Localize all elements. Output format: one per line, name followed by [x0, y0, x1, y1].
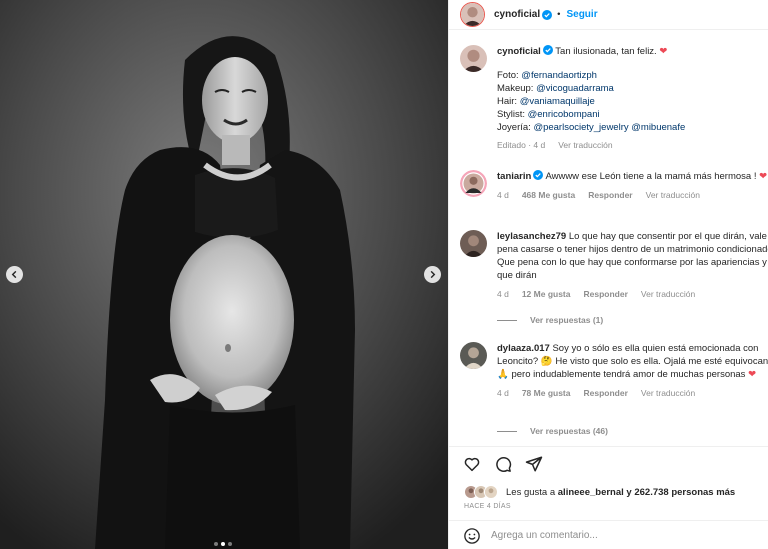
comment-time: 4 d	[497, 289, 509, 299]
carousel-dot-active	[221, 542, 225, 546]
likes-count[interactable]: y 262.738 personas más	[626, 487, 735, 498]
emoji-icon[interactable]	[463, 527, 481, 545]
author-avatar[interactable]	[460, 45, 487, 72]
caption-credit-hair: Hair: @vaniamaquillaje	[497, 96, 595, 107]
comment-body: taniarin Awwww ese León tiene a la mamá …	[497, 170, 768, 202]
like-button[interactable]	[463, 455, 481, 473]
previous-photo-button[interactable]	[6, 266, 23, 283]
chevron-left-icon	[11, 270, 17, 279]
mention-link[interactable]: @pearlsociety_jewelry @mibuenafe	[533, 122, 685, 133]
comment-likes[interactable]: 468 Me gusta	[522, 189, 575, 202]
reply-button[interactable]: Responder	[583, 387, 627, 400]
mention-link[interactable]: @fernandaortizph	[521, 70, 597, 81]
comment-time: 4 d	[497, 388, 509, 398]
share-button[interactable]	[525, 455, 543, 473]
comment-icon	[496, 456, 512, 472]
translate-link[interactable]: Ver traducción	[646, 189, 700, 202]
post-timestamp[interactable]: HACE 4 DÍAS	[464, 503, 511, 510]
share-icon	[525, 456, 543, 472]
heart-emoji-icon: ❤	[659, 46, 668, 57]
comment-item: taniarin Awwww ese León tiene a la mamá …	[460, 170, 768, 202]
post-photo	[0, 0, 448, 549]
verified-badge-icon	[542, 45, 553, 55]
carousel-dot	[228, 542, 232, 546]
follow-button[interactable]: Seguir	[566, 9, 597, 20]
heart-icon	[464, 457, 480, 472]
replies-divider	[497, 430, 517, 432]
comment-time: 4 d	[497, 190, 509, 200]
view-replies-button[interactable]: Ver respuestas (1)	[497, 315, 603, 325]
replies-divider	[497, 319, 517, 321]
translate-link[interactable]: Ver traducción	[558, 139, 612, 152]
caption-credit-jewelry: Joyería: @pearlsociety_jewelry @mibuenaf…	[497, 122, 686, 133]
commenter-avatar[interactable]	[460, 230, 487, 257]
comment-item: leylasanchez79 Lo que hay que consentir …	[460, 230, 768, 301]
post-header: cynoficial • Seguir	[449, 0, 768, 30]
mention-link[interactable]: @vaniamaquillaje	[520, 96, 595, 107]
hands-emoji-icon: 🙏	[497, 369, 509, 380]
heart-emoji-icon: ❤	[759, 171, 768, 182]
post-actions: Les gusta a alineee_bernal y 262.738 per…	[449, 446, 768, 546]
thinking-emoji-icon: 🤔	[540, 356, 553, 367]
comment-body: dylaaza.017 Soy yo o sólo es ella quien …	[497, 342, 768, 400]
comment-input[interactable]	[491, 530, 691, 541]
reply-button[interactable]: Responder	[583, 288, 627, 301]
liker-avatar[interactable]	[484, 485, 498, 499]
caption-body: cynoficial Tan ilusionada, tan feliz. ❤ …	[497, 45, 768, 152]
reply-button[interactable]: Responder	[588, 189, 632, 202]
view-replies-label: Ver respuestas (46)	[530, 426, 608, 436]
comment-meta: 4 d 12 Me gusta Responder Ver traducción	[497, 288, 768, 301]
mention-link[interactable]: @enricobompani	[528, 109, 600, 120]
next-photo-button[interactable]	[424, 266, 441, 283]
instagram-post-modal: cynoficial • Seguir cynoficial Tan ilusi…	[0, 0, 768, 549]
commenter-avatar[interactable]	[460, 170, 487, 197]
likes-summary: Les gusta a alineee_bernal y 262.738 per…	[464, 485, 735, 499]
comment-body: leylasanchez79 Lo que hay que consentir …	[497, 230, 768, 301]
caption-edited: Editado · 4 d	[497, 140, 546, 150]
commenter-avatar[interactable]	[460, 342, 487, 369]
liker-avatars	[464, 485, 498, 499]
comment-item: dylaaza.017 Soy yo o sólo es ella quien …	[460, 342, 768, 400]
comment-button[interactable]	[494, 455, 512, 473]
liker-username[interactable]: alineee_bernal	[558, 487, 624, 498]
caption-credit-stylist: Stylist: @enricobompani	[497, 109, 600, 120]
comments-scroll-area[interactable]: cynoficial Tan ilusionada, tan feliz. ❤ …	[449, 31, 768, 446]
add-comment-bar	[449, 520, 768, 549]
post-caption: cynoficial Tan ilusionada, tan feliz. ❤ …	[460, 45, 768, 152]
comment-text: Awwww ese León tiene a la mamá más hermo…	[545, 171, 757, 182]
caption-text: Tan ilusionada, tan feliz.	[555, 46, 657, 57]
carousel-indicator	[214, 542, 232, 546]
comment-text-part: He visto que solo es ella. Ojalá me esté…	[555, 356, 768, 367]
comment-username[interactable]: taniarin	[497, 171, 531, 182]
translate-link[interactable]: Ver traducción	[641, 288, 695, 301]
comment-likes[interactable]: 78 Me gusta	[522, 387, 571, 400]
heart-emoji-icon: ❤	[748, 369, 757, 380]
comment-text-part: pero indudablemente tendrá amor de mucha…	[511, 369, 746, 380]
translate-link[interactable]: Ver traducción	[641, 387, 695, 400]
carousel-dot	[214, 542, 218, 546]
author-username[interactable]: cynoficial	[494, 9, 540, 20]
verified-badge-icon	[533, 170, 544, 180]
comment-meta: 4 d 78 Me gusta Responder Ver traducción	[497, 387, 768, 400]
view-replies-label: Ver respuestas (1)	[530, 315, 604, 325]
action-icons	[463, 455, 543, 473]
chevron-right-icon	[430, 270, 436, 279]
verified-badge-icon	[542, 9, 553, 20]
caption-username[interactable]: cynoficial	[497, 46, 541, 57]
likes-prefix: Les gusta a	[506, 486, 556, 498]
post-details-panel: cynoficial • Seguir cynoficial Tan ilusi…	[448, 0, 768, 549]
mention-link[interactable]: @vicoguadarrama	[536, 83, 614, 94]
comment-username[interactable]: leylasanchez79	[497, 231, 566, 242]
caption-credit-makeup: Makeup: @vicoguadarrama	[497, 83, 614, 94]
caption-meta: Editado · 4 d Ver traducción	[497, 139, 768, 152]
comment-meta: 4 d 468 Me gusta Responder Ver traducció…	[497, 189, 768, 202]
header-separator: •	[557, 9, 561, 20]
post-media	[0, 0, 448, 549]
comment-username[interactable]: dylaaza.017	[497, 343, 550, 354]
author-avatar[interactable]	[460, 2, 485, 27]
caption-credit-foto: Foto: @fernandaortizph	[497, 70, 597, 81]
view-replies-button[interactable]: Ver respuestas (46)	[497, 426, 608, 436]
comment-likes[interactable]: 12 Me gusta	[522, 288, 571, 301]
